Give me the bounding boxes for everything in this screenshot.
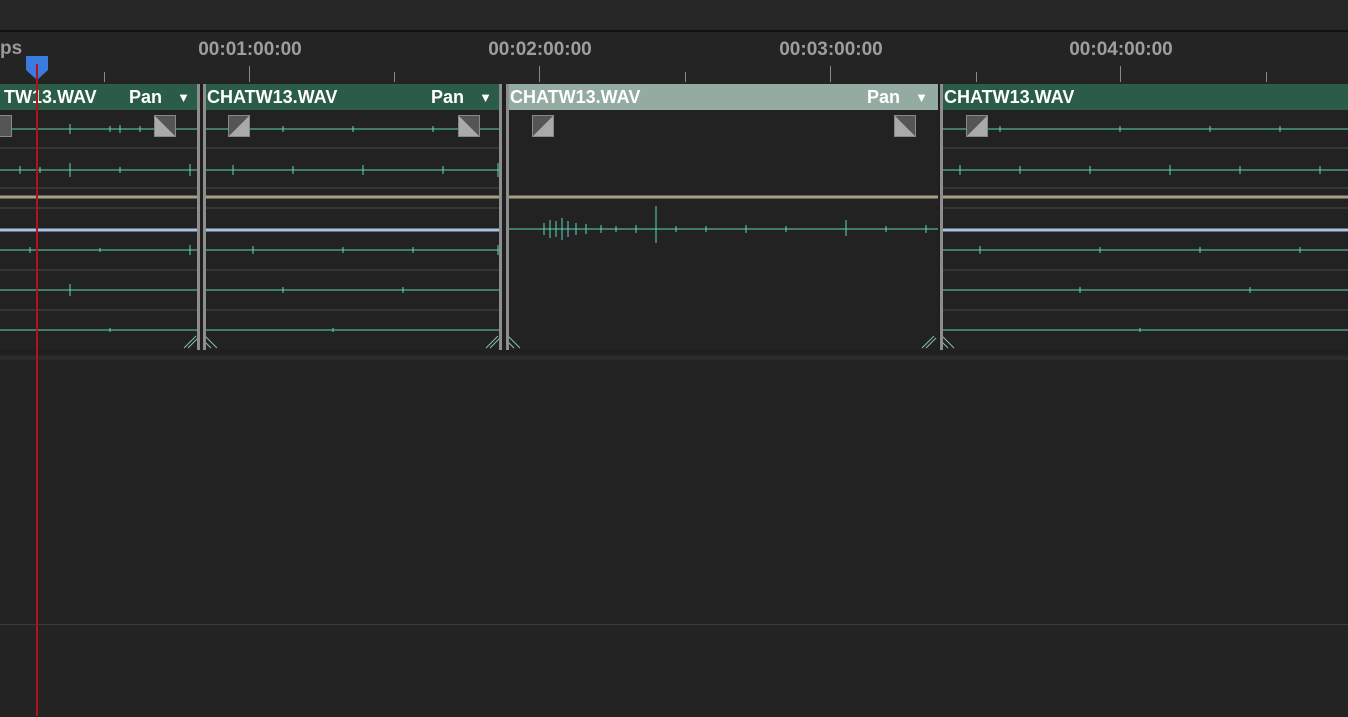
audio-clip-selected[interactable]: CHATW13.WAV Pan ▼ — [506, 84, 938, 350]
fade-out-icon[interactable] — [894, 115, 916, 137]
clip-param-label: Pan — [866, 87, 900, 107]
dropdown-arrow-icon[interactable]: ▼ — [479, 90, 492, 105]
ruler-tick — [830, 66, 831, 82]
ruler-unit-label: ps — [0, 38, 23, 59]
time-label-4: 00:04:00:00 — [1069, 39, 1173, 60]
ruler-tick — [1120, 66, 1121, 82]
clip-edge[interactable] — [499, 84, 502, 350]
clip-edge[interactable] — [203, 84, 206, 350]
waveform — [940, 126, 1348, 349]
waveform — [506, 195, 938, 349]
audio-clip[interactable]: TW13.WAV Pan ▼ — [0, 84, 200, 350]
fade-in-icon[interactable] — [966, 115, 988, 137]
clip-edge[interactable] — [940, 84, 943, 350]
clip-header[interactable]: CHATW13.WAV — [940, 84, 1348, 110]
clip-param-label: Pan — [128, 87, 162, 107]
fade-in-icon[interactable] — [532, 115, 554, 137]
ruler-tick — [1266, 72, 1267, 82]
fade-out-icon[interactable] — [458, 115, 480, 137]
clip-edge[interactable] — [506, 84, 509, 350]
bottom-panel — [0, 624, 1348, 717]
waveform — [203, 126, 502, 349]
time-label-2: 00:02:00:00 — [488, 39, 592, 60]
clip-header[interactable]: CHATW13.WAV Pan ▼ — [203, 84, 502, 110]
track-lane[interactable]: TW13.WAV Pan ▼ CHATW13.WAV Pan ▼ CHATW13… — [0, 84, 1348, 354]
fade-out-icon[interactable] — [154, 115, 176, 137]
clip-edge[interactable] — [197, 84, 200, 350]
audio-clip[interactable]: CHATW13.WAV Pan ▼ — [203, 84, 502, 350]
empty-track-area[interactable] — [0, 356, 1348, 628]
ruler-tick — [249, 66, 250, 82]
audio-clip[interactable]: CHATW13.WAV — [940, 84, 1348, 350]
time-ruler[interactable]: ps 00:01:00:00 00:02:00:00 00:03:00:00 0… — [0, 32, 1348, 84]
clip-header[interactable]: CHATW13.WAV Pan ▼ — [506, 84, 938, 110]
fade-in-icon[interactable] — [0, 115, 12, 137]
clip-name: TW13.WAV — [4, 87, 97, 107]
ruler-tick — [394, 72, 395, 82]
clip-name: CHATW13.WAV — [207, 87, 338, 107]
time-label-1: 00:01:00:00 — [198, 39, 302, 60]
dropdown-arrow-icon[interactable]: ▼ — [177, 90, 190, 105]
ruler-tick — [685, 72, 686, 82]
dropdown-arrow-icon[interactable]: ▼ — [915, 90, 928, 105]
fade-in-icon[interactable] — [228, 115, 250, 137]
clip-header[interactable]: TW13.WAV Pan ▼ — [0, 84, 200, 110]
playhead-line[interactable] — [36, 64, 38, 716]
clip-name: CHATW13.WAV — [944, 87, 1075, 107]
waveform — [0, 124, 200, 349]
ruler-tick — [539, 66, 540, 82]
clip-name: CHATW13.WAV — [510, 87, 641, 107]
time-label-3: 00:03:00:00 — [779, 39, 883, 60]
ruler-tick — [104, 72, 105, 82]
clip-param-label: Pan — [430, 87, 464, 107]
ruler-tick — [976, 72, 977, 82]
top-toolbar — [0, 0, 1348, 32]
